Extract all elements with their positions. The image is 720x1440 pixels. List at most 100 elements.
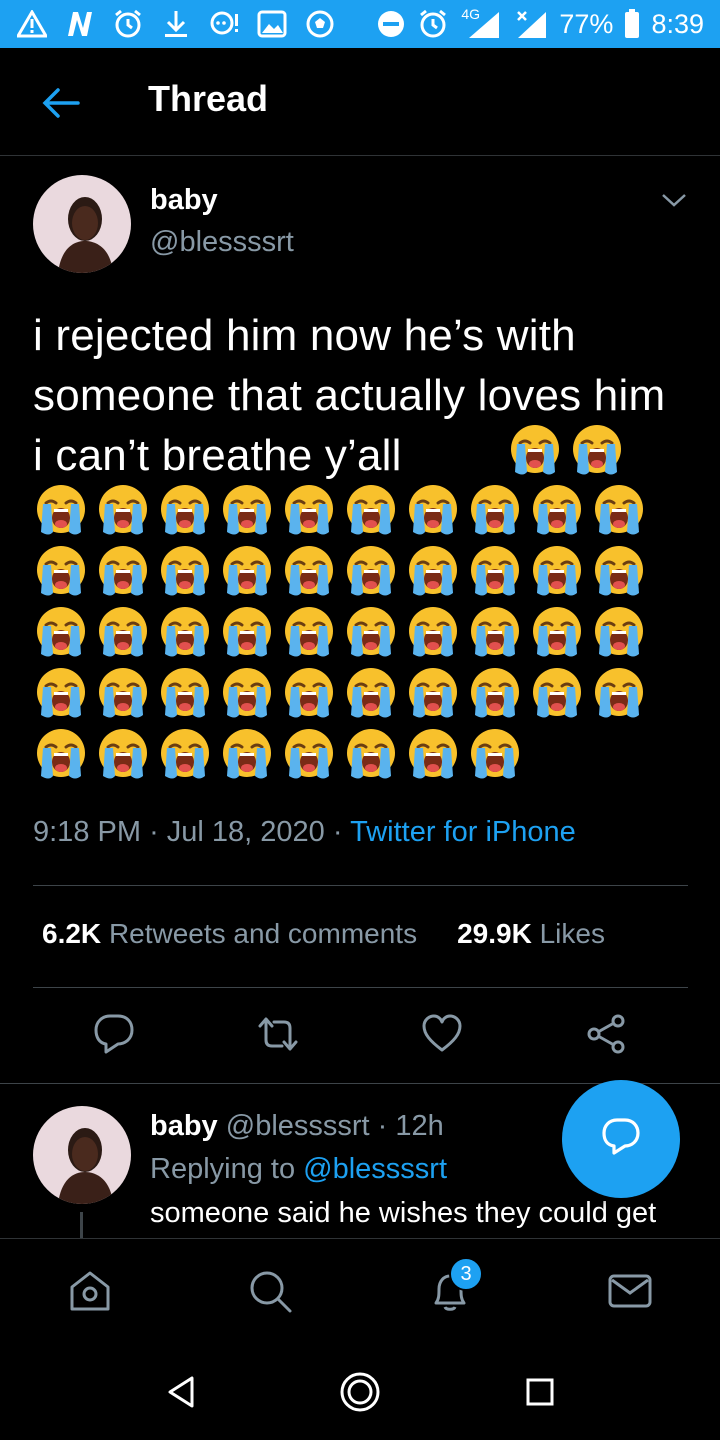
download-icon (160, 8, 192, 40)
loudly-crying-face-icon (95, 543, 157, 601)
reply-avatar[interactable] (33, 1106, 131, 1204)
likes-count: 29.9K (457, 918, 532, 949)
loudly-crying-face-icon (219, 665, 281, 723)
loudly-crying-face-icon (343, 604, 405, 662)
signal-x-icon (513, 8, 549, 40)
chat-icon (208, 8, 240, 40)
loudly-crying-face-icon (33, 726, 95, 784)
clock: 8:39 (651, 8, 704, 39)
loudly-crying-face-icon (405, 482, 467, 540)
loudly-crying-face-icon (281, 482, 343, 540)
bottom-nav (0, 1238, 720, 1342)
reply-author-name[interactable]: baby (150, 1110, 218, 1142)
loudly-crying-face-icon (281, 665, 343, 723)
replying-to: Replying to @blessssrt (150, 1153, 447, 1186)
dnd-icon (375, 8, 407, 40)
reply-header: baby @blessssrt · 12h (150, 1110, 444, 1143)
reply-bubble-icon (599, 1115, 643, 1164)
compose-reply-button[interactable] (562, 1080, 680, 1198)
system-nav (0, 1342, 720, 1440)
like-heart-icon[interactable] (420, 1012, 464, 1056)
loudly-crying-face-icon (219, 543, 281, 601)
alarm-icon (417, 8, 449, 40)
emoji-row (33, 543, 673, 604)
back-arrow-icon[interactable] (40, 82, 82, 124)
loudly-crying-face-icon (157, 726, 219, 784)
loudly-crying-face-icon (529, 665, 591, 723)
loudly-crying-face-icon (33, 543, 95, 601)
back-triangle-icon[interactable] (160, 1370, 204, 1414)
tweet-inline-emojis (507, 422, 631, 480)
page-title: Thread (148, 78, 269, 119)
loudly-crying-face-icon (405, 604, 467, 662)
loudly-crying-face-icon (219, 482, 281, 540)
emoji-row (33, 482, 673, 543)
loudly-crying-face-icon (529, 543, 591, 601)
loudly-crying-face-icon (95, 726, 157, 784)
notifications-badge: 3 (449, 1257, 483, 1291)
thread-header: Thread (0, 48, 720, 156)
loudly-crying-face-icon (343, 482, 405, 540)
meta-separator: · (377, 1110, 388, 1142)
tweet-time: 9:18 PM (33, 816, 141, 848)
loudly-crying-face-icon (529, 604, 591, 662)
loudly-crying-face-icon (591, 482, 653, 540)
loudly-crying-face-icon (591, 604, 653, 662)
retweets-label: Retweets and comments (108, 918, 418, 949)
home-circle-icon[interactable] (338, 1370, 382, 1414)
battery-icon (623, 8, 641, 40)
thread-connector (80, 1212, 83, 1238)
loudly-crying-face-icon (507, 422, 569, 480)
retweets-count: 6.2K (42, 918, 102, 949)
chevron-down-icon[interactable] (660, 186, 688, 214)
network-label: 4G (461, 6, 481, 22)
loudly-crying-face-icon (157, 543, 219, 601)
share-icon[interactable] (584, 1012, 628, 1056)
reply-age: 12h (395, 1110, 444, 1142)
loudly-crying-face-icon (569, 422, 631, 480)
search-icon[interactable] (246, 1267, 294, 1315)
loudly-crying-face-icon (467, 726, 529, 784)
loudly-crying-face-icon (405, 665, 467, 723)
loudly-crying-face-icon (529, 482, 591, 540)
author-name[interactable]: baby (150, 184, 218, 217)
emoji-row (33, 726, 673, 787)
divider (33, 885, 688, 886)
loudly-crying-face-icon (33, 665, 95, 723)
loudly-crying-face-icon (33, 604, 95, 662)
retweets-stat[interactable]: 6.2K Retweets and comments (42, 918, 417, 950)
author-handle[interactable]: @blessssrt (150, 226, 294, 259)
tweet-source-link[interactable]: Twitter for iPhone (350, 816, 576, 848)
loudly-crying-face-icon (95, 482, 157, 540)
retweet-icon[interactable] (256, 1012, 300, 1056)
loudly-crying-face-icon (157, 604, 219, 662)
emoji-row (33, 604, 673, 665)
loudly-crying-face-icon (405, 543, 467, 601)
tweet-date: Jul 18, 2020 (166, 816, 325, 848)
loudly-crying-face-icon (33, 482, 95, 540)
likes-label: Likes (539, 918, 605, 949)
likes-stat[interactable]: 29.9K Likes (457, 918, 605, 950)
loudly-crying-face-icon (281, 604, 343, 662)
loudly-crying-face-icon (219, 604, 281, 662)
replying-to-link[interactable]: @blessssrt (303, 1153, 447, 1185)
reply-icon[interactable] (92, 1012, 136, 1056)
avatar[interactable] (33, 175, 131, 273)
messages-envelope-icon[interactable] (606, 1267, 654, 1315)
divider (33, 987, 688, 988)
loudly-crying-face-icon (467, 604, 529, 662)
tweet-stats: 6.2K Retweets and comments 29.9K Likes (42, 918, 605, 950)
home-icon[interactable] (66, 1267, 114, 1315)
loudly-crying-face-icon (219, 726, 281, 784)
reply-author-handle[interactable]: @blessssrt (226, 1110, 370, 1142)
loudly-crying-face-icon (343, 726, 405, 784)
soccer-icon (304, 8, 336, 40)
loudly-crying-face-icon (467, 543, 529, 601)
tweet-meta: 9:18 PM · Jul 18, 2020 · Twitter for iPh… (33, 816, 576, 849)
recents-square-icon[interactable] (518, 1370, 562, 1414)
replying-prefix: Replying to (150, 1153, 296, 1185)
status-bar: 4G 77% 8:39 (0, 0, 720, 48)
loudly-crying-face-icon (467, 482, 529, 540)
loudly-crying-face-icon (95, 604, 157, 662)
loudly-crying-face-icon (405, 726, 467, 784)
